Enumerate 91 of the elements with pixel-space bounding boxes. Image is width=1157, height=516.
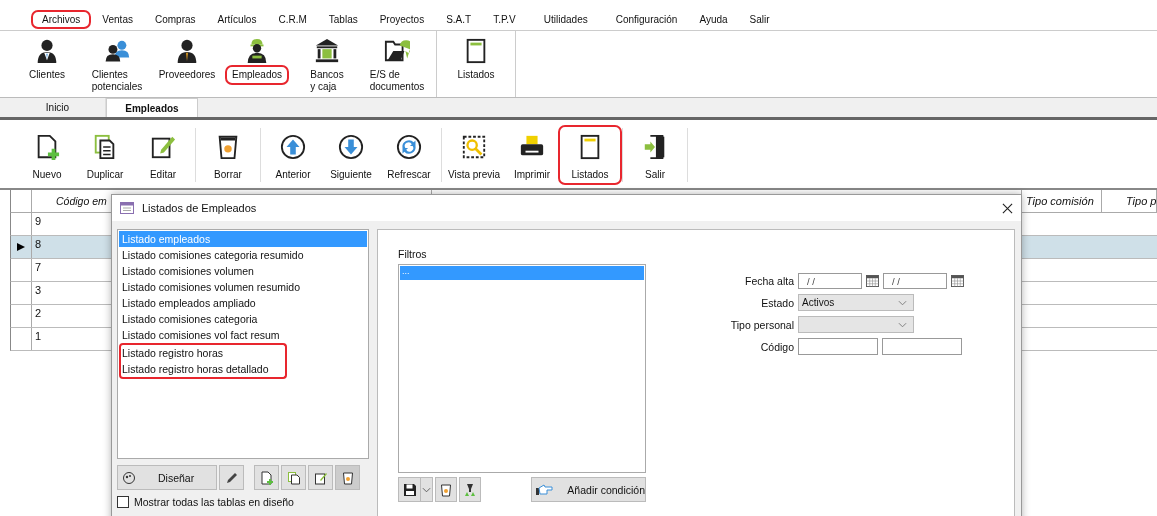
save-button[interactable] [398,477,421,502]
add-condition-button[interactable]: Añadir condición [531,477,646,502]
report-list-item[interactable]: Listado registro horas detallado [119,361,287,379]
menu-item[interactable]: Salir [741,12,778,26]
menu-item[interactable]: T.P.V [485,12,524,26]
menu-item[interactable]: Artículos [209,12,265,26]
menu-item[interactable]: Compras [146,12,204,26]
pointing-hand-icon [535,483,554,496]
toolbar-button[interactable]: Duplicar [76,128,134,182]
window-icon [120,202,134,214]
chevron-down-icon [421,486,431,493]
toolbar-button[interactable]: Anterior [264,128,322,182]
edit-button[interactable] [308,465,333,490]
edit-icon [150,134,176,160]
field-label: Estado [760,296,794,309]
table-cell-text: 7 [34,260,43,275]
table-cell-text: 9 [34,214,43,229]
report-list-item[interactable]: Listado registro horas [119,343,287,361]
table-cell-text: 1 [34,329,43,344]
toolbar-button[interactable]: Editar [134,128,192,182]
table-cell-text: 3 [34,283,43,298]
ribbon-button[interactable]: E/S de documentos [362,31,432,97]
calendar-icon[interactable] [951,275,964,287]
menu-item[interactable]: Utilidades [535,12,596,26]
toolbar-button[interactable]: Borrar [199,128,257,182]
ribbon-button[interactable]: Empleados [222,31,292,97]
palette-icon [122,470,136,485]
ribbon-button[interactable]: Clientes potenciales [82,31,152,97]
ribbon-button[interactable]: Listados [441,31,511,97]
toolbar-button[interactable]: Salir [626,128,684,182]
chevron-down-icon [898,321,907,328]
tab[interactable]: Empleados [106,98,198,117]
delete-button[interactable] [335,465,360,490]
toolbar-button[interactable]: Imprimir [503,128,561,182]
menu-item[interactable]: Ventas [94,12,141,26]
calendar-icon[interactable] [866,275,879,287]
ribbon-button[interactable]: Bancos y caja [292,31,362,97]
pencil-icon [224,470,239,485]
date-field[interactable]: / / [883,273,947,289]
report-list-item[interactable]: Listado comisiones categoria resumido [119,247,367,263]
menu-item[interactable]: Archivos [34,12,89,26]
menu-item[interactable]: Configuración [607,12,686,26]
toolbar-button[interactable]: Nuevo [18,128,76,182]
trash-icon [438,482,453,497]
field-label: Código [759,340,794,353]
filter-button[interactable] [459,477,482,502]
toolbar-button[interactable]: Listados [561,128,619,182]
input-field[interactable] [882,338,962,355]
toolbar-button[interactable]: Refrescar [380,128,438,182]
chevron-down-icon [898,299,907,306]
report-list-item[interactable]: Listado comisiones volumen [119,263,367,279]
table-cell-text: 2 [34,306,43,321]
menu-item[interactable]: C.R.M [270,12,315,26]
new-document-icon [259,470,274,485]
toolbar-button[interactable]: Siguiente [322,128,380,182]
date-field[interactable]: / / [798,273,862,289]
filters-label: Filtros [398,248,428,260]
delete-button[interactable] [434,477,458,502]
bank-icon [314,38,340,64]
pencil-button[interactable] [219,465,244,490]
report-list-item[interactable]: Listado empleados ampliado [119,295,367,311]
design-button[interactable]: Diseñar [117,465,217,490]
table-cell-text: 8 [34,237,43,252]
ribbon-button[interactable]: Clientes [12,31,82,97]
edit-icon [313,470,328,485]
show-all-tables-checkbox[interactable]: Mostrar todas las tablas en diseño [117,496,369,508]
menu-item[interactable]: Tablas [320,12,366,26]
dialog-title: Listados de Empleados [142,202,257,214]
report-list-item[interactable]: Listado comisiones vol fact resum [119,327,367,343]
row-pointer-icon [16,242,26,252]
copy-icon [286,470,301,485]
refresh-icon [396,134,422,160]
menu-item[interactable]: Ayuda [691,12,736,26]
menu-item[interactable]: Proyectos [371,12,433,26]
field-label: Tipo personal [729,318,794,331]
toolbar-button[interactable]: Vista previa [445,128,503,182]
folder-icon [384,38,410,64]
trash-icon [340,470,355,485]
magnifier-icon [461,134,487,160]
funnel-icon [463,482,478,497]
close-icon[interactable] [1002,202,1013,214]
field-label: Fecha alta [743,275,794,287]
people-icon [104,38,130,64]
column-header[interactable]: Tipo p [1102,190,1157,212]
input-field[interactable] [798,338,878,355]
copy-button[interactable] [281,465,306,490]
report-list-item[interactable]: Listado comisiones categoria [119,311,367,327]
report-list-item[interactable]: Listado comisiones volumen resumido [119,279,367,295]
ribbon-button[interactable]: Proveedores [152,31,222,97]
menu-item[interactable]: S.A.T [438,12,480,26]
status-dropdown[interactable]: Activos [798,294,914,311]
